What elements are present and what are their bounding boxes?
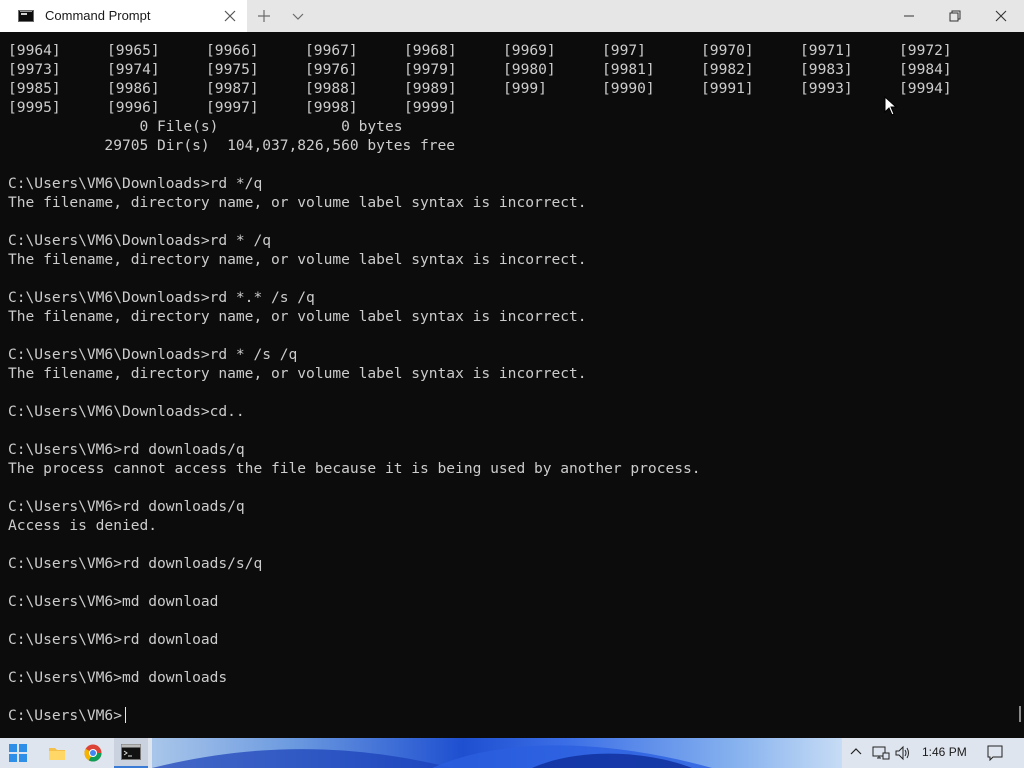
terminal-line: C:\Users\VM6\Downloads>rd * /q [8, 232, 271, 249]
text-cursor [125, 707, 126, 723]
dir-entry: [9996] [107, 99, 160, 116]
mouse-pointer-icon [884, 96, 898, 116]
volume-icon[interactable] [895, 745, 913, 761]
terminal-line: The process cannot access the file becau… [8, 460, 701, 477]
command-prompt-taskbar-button[interactable] [114, 738, 148, 768]
new-tab-button[interactable] [252, 0, 276, 32]
terminal-line: C:\Users\VM6\Downloads>rd *.* /s /q [8, 289, 315, 306]
dir-entry: [9991] [701, 80, 754, 97]
dir-entry: [9972] [899, 42, 952, 59]
chevron-up-icon[interactable] [850, 746, 862, 758]
close-icon [995, 10, 1007, 22]
dir-entry: [9999] [404, 99, 457, 116]
scrollbar-thumb[interactable] [1019, 706, 1021, 722]
dir-entry: [999] [503, 80, 547, 97]
notification-icon[interactable] [987, 745, 1003, 761]
network-icon[interactable] [872, 745, 890, 761]
plus-icon [258, 10, 270, 22]
terminal-line: C:\Users\VM6\Downloads>rd * /s /q [8, 346, 298, 363]
minimize-button[interactable] [886, 0, 932, 32]
dir-entry: [9994] [899, 80, 952, 97]
dir-entry: [9983] [800, 61, 853, 78]
windows-start-icon [9, 744, 27, 762]
terminal-line: 0 File(s) 0 bytes [8, 118, 403, 135]
terminal-line: C:\Users\VM6\Downloads>rd */q [8, 175, 263, 192]
dir-entry: [9973] [8, 61, 61, 78]
dir-entry: [9976] [305, 61, 358, 78]
dir-entry: [9979] [404, 61, 457, 78]
restore-icon [949, 10, 961, 22]
dir-entry: [9964] [8, 42, 61, 59]
terminal-line: C:\Users\VM6>rd downloads/q [8, 441, 245, 458]
terminal-line: C:\Users\VM6>md download [8, 593, 219, 610]
tab-title: Command Prompt [45, 8, 151, 23]
desktop-wallpaper [152, 738, 842, 768]
close-window-button[interactable] [978, 0, 1024, 32]
file-explorer-icon [49, 748, 65, 760]
terminal-line: C:\Users\VM6>rd downloads/q [8, 498, 245, 515]
start-button[interactable] [4, 738, 32, 768]
dir-entry: [997] [602, 42, 646, 59]
dir-entry: [9997] [206, 99, 259, 116]
dir-entry: [9975] [206, 61, 259, 78]
dir-entry: [9966] [206, 42, 259, 59]
dir-entry: [9965] [107, 42, 160, 59]
dir-entry: [9971] [800, 42, 853, 59]
dir-entry: [9993] [800, 80, 853, 97]
dir-entry: [9990] [602, 80, 655, 97]
dir-entry: [9969] [503, 42, 556, 59]
terminal-line: 29705 Dir(s) 104,037,826,560 bytes free [8, 137, 456, 154]
dir-entry: [9984] [899, 61, 952, 78]
close-icon[interactable] [222, 8, 238, 24]
taskbar-clock[interactable]: 1:46 PM [922, 745, 967, 759]
terminal-line: The filename, directory name, or volume … [8, 251, 587, 268]
maximize-button[interactable] [932, 0, 978, 32]
dir-entry: [9982] [701, 61, 754, 78]
terminal-line: C:\Users\VM6> [8, 707, 122, 724]
dir-entry: [9995] [8, 99, 61, 116]
dir-entry: [9998] [305, 99, 358, 116]
dir-entry: [9985] [8, 80, 61, 97]
terminal-line: The filename, directory name, or volume … [8, 365, 587, 382]
dir-entry: [9968] [404, 42, 457, 59]
terminal-line: C:\Users\VM6\Downloads>cd.. [8, 403, 245, 420]
dir-entry: [9981] [602, 61, 655, 78]
terminal-line: C:\Users\VM6>rd download [8, 631, 219, 648]
tab-dropdown-button[interactable] [286, 0, 310, 32]
chrome-taskbar-button[interactable] [78, 738, 108, 768]
dir-entry: [9989] [404, 80, 457, 97]
dir-entry: [9986] [107, 80, 160, 97]
terminal-line: C:\Users\VM6>rd downloads/s/q [8, 555, 263, 572]
dir-entry: [9974] [107, 61, 160, 78]
tab-command-prompt[interactable]: Command Prompt [0, 0, 247, 32]
chevron-down-icon [292, 13, 304, 20]
dir-entry: [9970] [701, 42, 754, 59]
dir-entry: [9987] [206, 80, 259, 97]
file-explorer-taskbar-button[interactable] [42, 738, 72, 768]
dir-entry: [9967] [305, 42, 358, 59]
terminal-line: Access is denied. [8, 517, 158, 534]
minimize-icon [904, 15, 914, 17]
dir-entry: [9988] [305, 80, 358, 97]
chrome-icon [84, 744, 102, 762]
terminal-line: The filename, directory name, or volume … [8, 194, 587, 211]
title-bar: Command Prompt [0, 0, 1024, 32]
command-prompt-icon [121, 744, 141, 760]
terminal-line: The filename, directory name, or volume … [8, 308, 587, 325]
dir-entry: [9980] [503, 61, 556, 78]
command-prompt-icon [18, 10, 34, 22]
terminal-line: C:\Users\VM6>md downloads [8, 669, 228, 686]
